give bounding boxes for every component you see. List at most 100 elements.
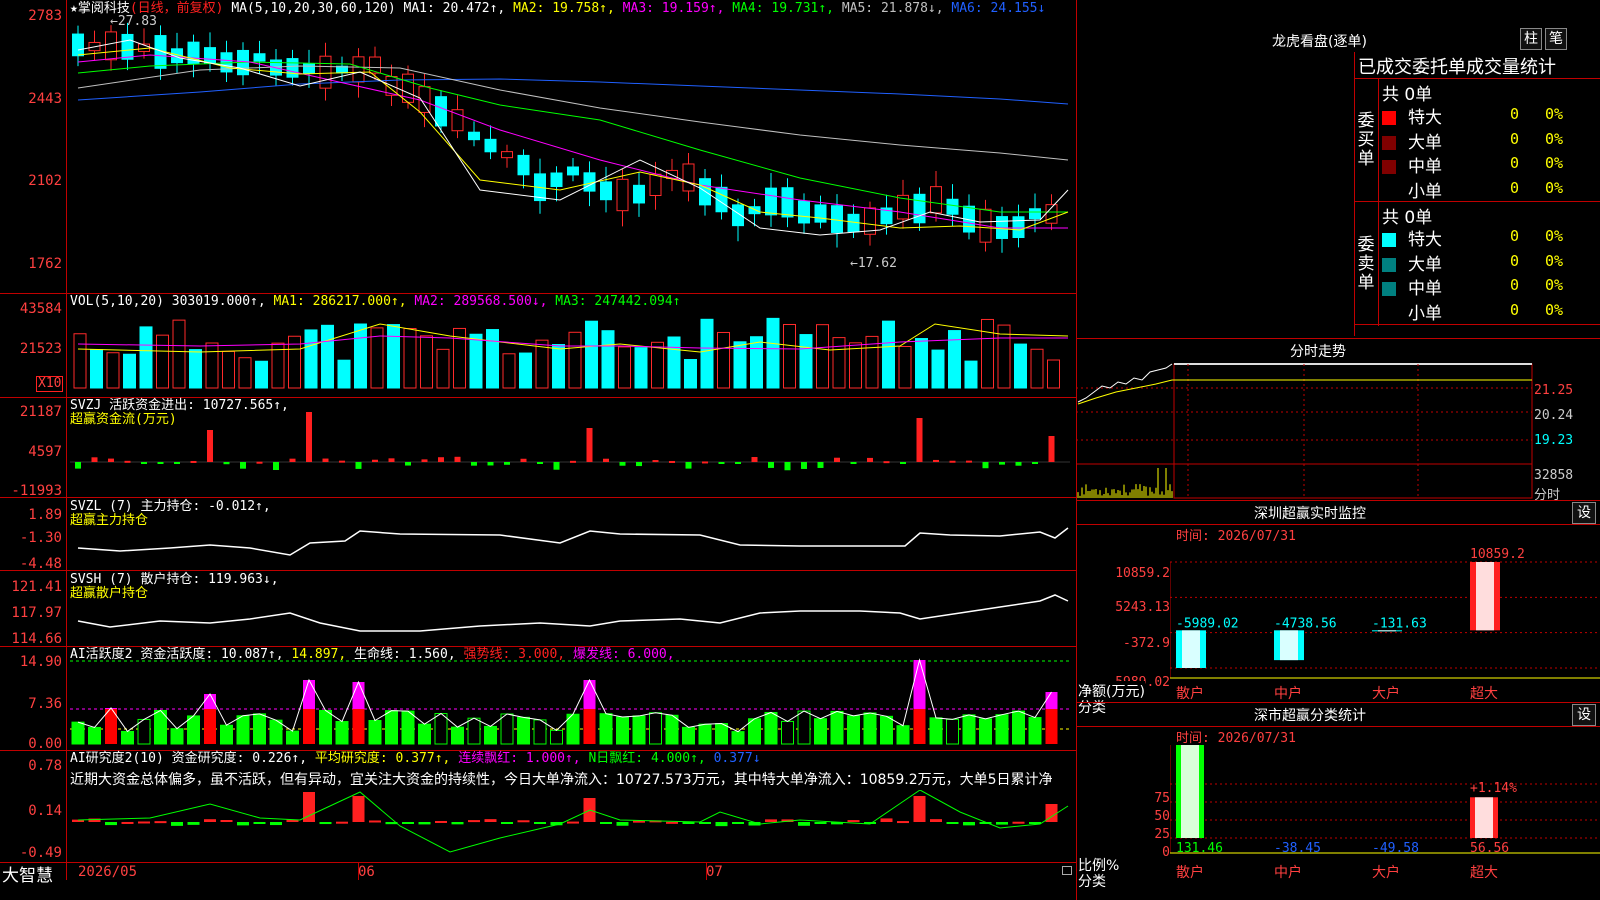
svsh-chart[interactable] — [0, 571, 1076, 646]
candle-body — [930, 186, 942, 214]
svzj-bar — [718, 462, 725, 464]
volume-bar — [1030, 348, 1044, 389]
svzj-bar — [174, 462, 180, 464]
volume-bar — [552, 344, 565, 389]
fenshi-border — [1076, 338, 1600, 339]
ai1-bar — [418, 723, 431, 745]
svzj-bar — [240, 462, 246, 469]
svzj-bar — [702, 461, 708, 464]
volume-bar — [915, 338, 928, 389]
svzj-bar — [306, 412, 312, 462]
lhkp-row-pct: 0% — [1545, 276, 1564, 294]
ai1-bar — [764, 711, 778, 745]
ai2-bar — [319, 822, 332, 825]
ai1-bar — [236, 715, 250, 745]
svzj-bar — [999, 462, 1005, 465]
svzj-bar — [685, 462, 692, 469]
sz-class-time: 时间: 2026/07/31 — [1176, 731, 1296, 746]
svzj-bar — [388, 458, 395, 462]
ai2-bar — [435, 820, 447, 823]
ai1-chart[interactable] — [0, 647, 1076, 750]
lhkp-row-小单: 小单 — [1382, 177, 1442, 202]
volume-bar — [981, 318, 994, 389]
ai2-bar — [1012, 821, 1025, 824]
sz-monitor-chart[interactable]: -5989.02 散户 -4738.56 中户 -131.63 大户 10859.2 超大 — [1170, 540, 1600, 705]
candlestick-chart[interactable] — [0, 0, 1076, 293]
ai2-bar — [715, 822, 728, 827]
svzj-bar — [916, 418, 923, 462]
ai1-bar — [88, 726, 101, 745]
sz-monitor-category: 大户 — [1372, 685, 1400, 702]
svzj-bar — [454, 456, 461, 462]
bar-view-button[interactable]: 柱 — [1520, 28, 1542, 50]
volume-bar — [469, 333, 483, 389]
ai1-bar — [863, 712, 877, 745]
volume-bar — [766, 317, 780, 389]
volume-bar — [750, 336, 763, 389]
ai1-bar — [137, 718, 151, 745]
ai2-bar — [946, 822, 959, 824]
sz-monitor-settings-button[interactable]: 设 — [1572, 502, 1596, 524]
intraday-avg-line — [1077, 379, 1532, 405]
ai1-bar — [467, 717, 481, 745]
svzj-bar — [801, 462, 807, 469]
intraday-chart[interactable] — [1076, 360, 1600, 500]
ai2-bar — [798, 822, 810, 826]
ai2-bar — [237, 822, 249, 826]
ai2-bar — [930, 819, 942, 822]
lock-icon[interactable] — [1062, 866, 1072, 875]
ai2-bar — [996, 822, 1008, 825]
svzj-bar — [405, 462, 411, 466]
volume-bar — [1047, 359, 1060, 389]
sz-class-chart[interactable]: 131.46 散户 -38.45 中户 -49.58 大户 56.56 超大 +1.14% — [1170, 745, 1600, 900]
lhkp-row-count: 0 — [1510, 227, 1520, 245]
svzj-bar — [652, 460, 659, 463]
candle-body — [583, 172, 596, 192]
sz-monitor-category: 散户 — [1176, 685, 1204, 702]
ai1-bar — [204, 709, 216, 744]
lhkp-row-pct: 0% — [1545, 227, 1564, 245]
tick-view-button[interactable]: 笔 — [1545, 28, 1567, 50]
svzj-bar — [339, 460, 345, 463]
ai2-e: 0.377↓ — [713, 751, 761, 766]
ai1-bar — [847, 715, 860, 745]
volume-bar — [321, 324, 334, 389]
sz-class-ylabel: 50 — [1154, 809, 1170, 824]
sz-class-settings-button[interactable]: 设 — [1572, 704, 1596, 726]
volume-bar — [156, 334, 169, 389]
candle-body — [501, 151, 513, 159]
svzj-bar — [190, 460, 197, 463]
ai2-bar — [369, 820, 381, 823]
sz-monitor-bar-highlight — [1476, 562, 1494, 631]
ai1-bar — [599, 713, 613, 745]
lhkp-row-label: 中单 — [1408, 279, 1442, 299]
svzj-chart[interactable] — [0, 398, 1076, 497]
svzj-bar — [471, 462, 477, 466]
sz-monitor-title: 深圳超赢实时监控 — [1254, 506, 1366, 522]
lhkp-row-label: 特大 — [1408, 108, 1442, 128]
svzj-bar — [372, 459, 378, 462]
svzj-bar — [355, 462, 362, 469]
svzj-bar — [256, 461, 263, 464]
ai2-bar — [732, 822, 744, 824]
svzj-bar — [223, 462, 230, 465]
volume-chart[interactable] — [0, 294, 1076, 397]
volume-bar — [90, 349, 103, 389]
ai1-bar — [682, 726, 695, 745]
svzj-bar — [108, 458, 114, 462]
svzj-bar — [933, 459, 939, 462]
ai1-bar — [517, 716, 530, 745]
svzl-chart[interactable] — [0, 498, 1076, 570]
volume-bar — [849, 342, 862, 389]
ai2-comment: 近期大资金总体偏多，虽不活跃，但有异动，宜关注大资金的持续性，今日大单净流入：1… — [70, 772, 1053, 788]
legend-swatch — [1382, 135, 1396, 150]
candle-body — [435, 96, 447, 127]
ai1-bar — [1028, 717, 1042, 745]
lhkp-row-pct: 0% — [1545, 129, 1564, 148]
lhkp-row-pct: 0% — [1545, 105, 1564, 123]
svzj-bar — [636, 462, 642, 467]
candle-body — [781, 187, 794, 218]
ai2-chart[interactable] — [0, 790, 1076, 862]
candle-body — [72, 33, 84, 57]
svzj-bar — [487, 462, 494, 466]
